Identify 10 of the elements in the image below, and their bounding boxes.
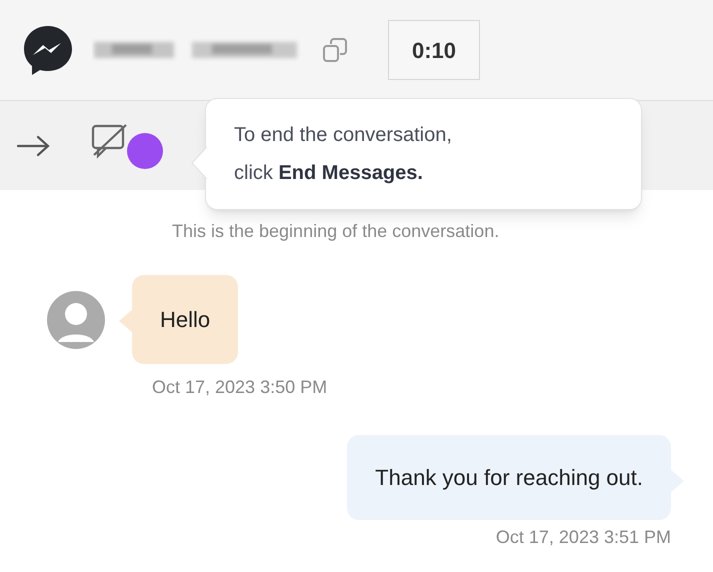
timer: 0:10 [388,20,480,80]
avatar-icon [46,290,106,350]
messenger-icon[interactable] [22,24,74,76]
message-time: Oct 17, 2023 3:51 PM [496,526,671,549]
tooltip-text: To end the conversation, click End Messages. [234,123,453,186]
message-time: Oct 17, 2023 3:50 PM [152,376,328,399]
copy-icon[interactable] [320,35,350,65]
conversation-start-text: This is the beginning of the conversation. [172,220,500,243]
arrow-right-icon[interactable] [16,134,50,158]
bubble-tail [119,309,133,333]
